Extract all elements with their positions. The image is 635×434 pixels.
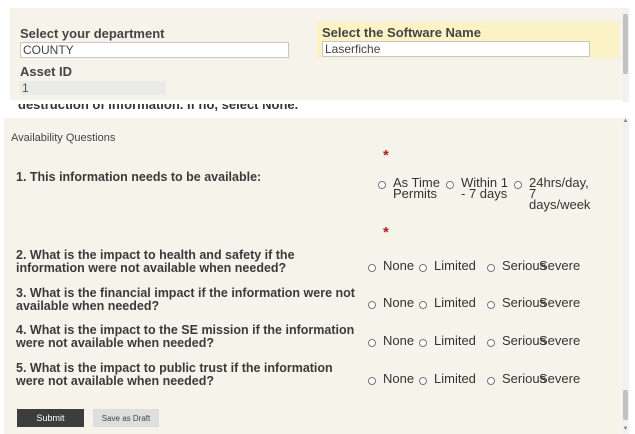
radio-button[interactable]	[378, 181, 386, 189]
radio-button[interactable]	[419, 377, 427, 385]
radio-button[interactable]	[487, 377, 495, 385]
radio-button[interactable]	[419, 339, 427, 347]
radio-button[interactable]	[487, 301, 495, 309]
department-form-panel: Select your department COUNTY Select the…	[10, 8, 622, 100]
radio-button[interactable]	[514, 181, 522, 189]
q1-option-3[interactable]: 24hrs/day, 7 days/week	[514, 176, 591, 211]
radio-button[interactable]	[368, 301, 376, 309]
radio-button[interactable]	[419, 301, 427, 309]
q3-option-none[interactable]: None	[368, 296, 414, 309]
radio-button[interactable]	[446, 181, 454, 189]
department-label: Select your department	[20, 26, 165, 41]
q3-option-limited[interactable]: Limited	[419, 296, 476, 309]
q2-option-serious[interactable]: Serious	[487, 259, 546, 272]
q5-option-severe[interactable]: Severe	[539, 372, 580, 385]
required-marker: *	[383, 224, 389, 241]
software-field: Select the Software Name Laserfiche	[317, 22, 619, 58]
q4-option-none[interactable]: None	[368, 334, 414, 347]
q5-option-limited[interactable]: Limited	[419, 372, 476, 385]
top-scrollbar[interactable]	[622, 8, 629, 102]
main-scrollbar[interactable]: ▲ ▼	[622, 118, 629, 434]
software-input[interactable]: Laserfiche	[322, 41, 590, 57]
q5-option-none[interactable]: None	[368, 372, 414, 385]
q4-option-serious[interactable]: Serious	[487, 334, 546, 347]
scroll-down-arrow-icon[interactable]: ▼	[622, 426, 629, 433]
question-4-text: 4. What is the impact to the SE mission …	[16, 323, 355, 350]
q3-option-severe[interactable]: Severe	[539, 296, 580, 309]
required-marker: *	[383, 147, 389, 164]
asset-field: Asset ID 1	[20, 64, 166, 95]
radio-button[interactable]	[368, 339, 376, 347]
department-input[interactable]: COUNTY	[20, 42, 289, 58]
q3-option-serious[interactable]: Serious	[487, 296, 546, 309]
radio-button[interactable]	[368, 377, 376, 385]
top-scroll-thumb[interactable]	[623, 14, 628, 74]
partial-instruction-text: destruction of information. If no, selec…	[18, 104, 299, 112]
radio-button[interactable]	[419, 264, 427, 272]
q2-option-none[interactable]: None	[368, 259, 414, 272]
software-label: Select the Software Name	[322, 25, 481, 40]
q2-option-limited[interactable]: Limited	[419, 259, 476, 272]
asset-id-value: 1	[20, 81, 166, 95]
radio-button[interactable]	[368, 264, 376, 272]
department-field: Select your department COUNTY	[20, 26, 289, 58]
scroll-up-arrow-icon[interactable]: ▲	[622, 118, 629, 125]
q1-option-1[interactable]: As Time Permits	[378, 176, 443, 200]
q4-option-limited[interactable]: Limited	[419, 334, 476, 347]
submit-button[interactable]: Submit	[17, 409, 84, 427]
save-as-draft-button[interactable]: Save as Draft	[93, 409, 159, 427]
q1-option-2[interactable]: Within 1 - 7 days	[446, 176, 511, 200]
section-title: Availability Questions	[11, 132, 116, 144]
question-1-text: 1. This information needs to be availabl…	[16, 170, 262, 184]
question-2-text: 2. What is the impact to health and safe…	[16, 248, 295, 275]
main-scroll-thumb[interactable]	[623, 390, 628, 420]
q4-option-severe[interactable]: Severe	[539, 334, 580, 347]
q2-option-severe[interactable]: Severe	[539, 259, 580, 272]
q5-option-serious[interactable]: Serious	[487, 372, 546, 385]
radio-button[interactable]	[487, 339, 495, 347]
question-3-text: 3. What is the financial impact if the i…	[16, 286, 355, 313]
asset-label: Asset ID	[20, 64, 73, 79]
question-5-text: 5. What is the impact to public trust if…	[16, 361, 333, 388]
radio-button[interactable]	[487, 264, 495, 272]
availability-panel: Availability Questions * 1. This informa…	[4, 118, 622, 434]
